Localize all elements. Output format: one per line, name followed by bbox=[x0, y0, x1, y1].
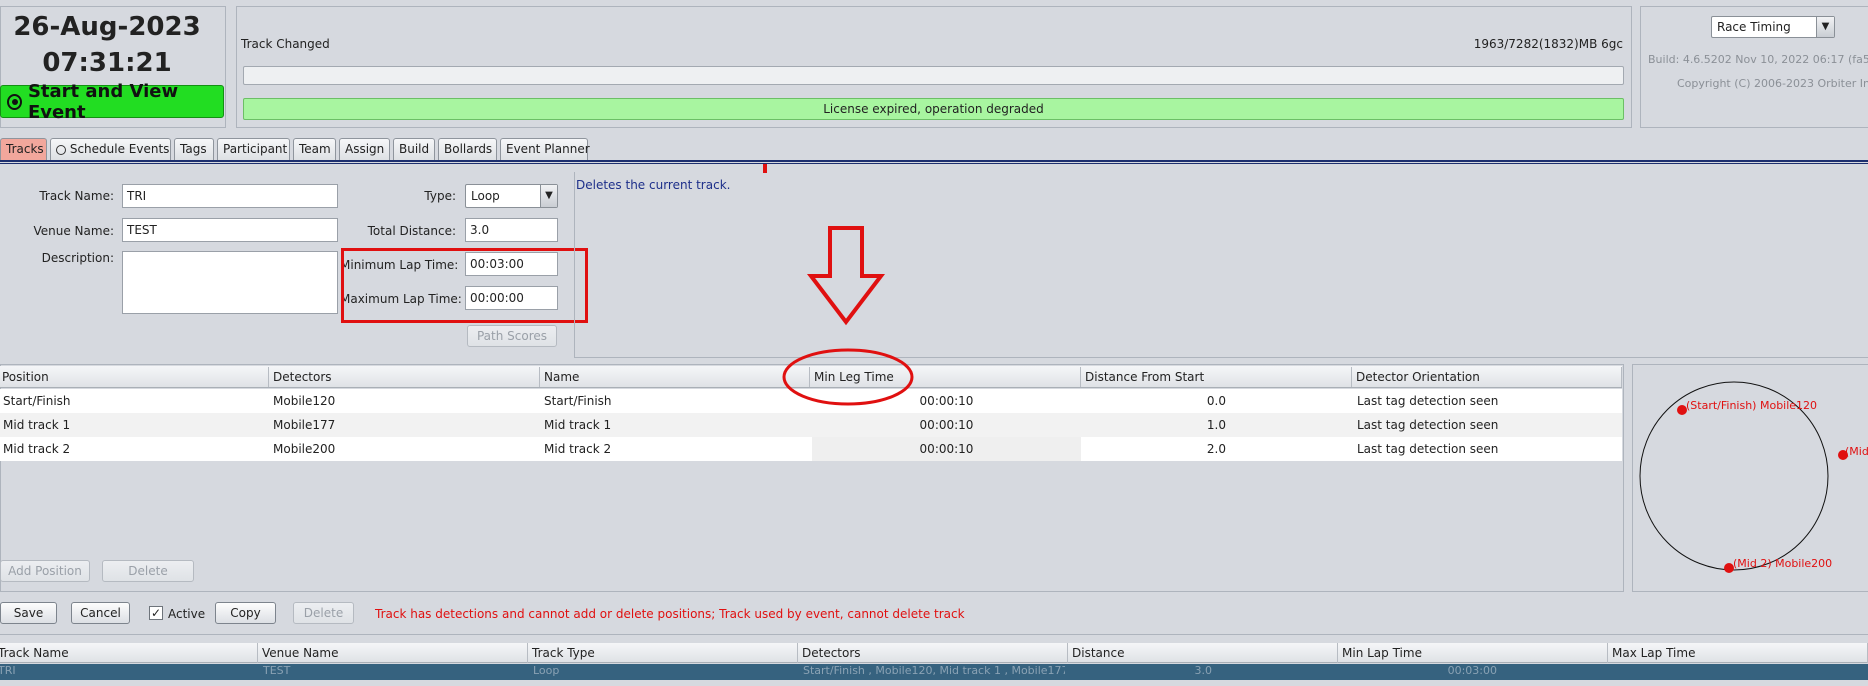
delete-button[interactable]: Delete bbox=[293, 602, 354, 624]
total-distance-field[interactable]: 3.0 bbox=[465, 218, 558, 242]
cell-detectors: Mobile177 bbox=[273, 418, 336, 432]
cell-track-type: Loop bbox=[533, 664, 560, 677]
header-name[interactable]: Name bbox=[542, 367, 810, 387]
cell-name: Mid track 2 bbox=[544, 442, 612, 456]
type-select-value: Loop bbox=[471, 189, 500, 203]
cell-position: Start/Finish bbox=[3, 394, 71, 408]
copyright-info: Copyright (C) 2006-2023 Orbiter Inc bbox=[1677, 77, 1868, 90]
tab-team[interactable]: Team bbox=[293, 138, 336, 160]
header-detector-orientation[interactable]: Detector Orientation bbox=[1354, 367, 1622, 387]
active-label: Active bbox=[168, 607, 206, 621]
help-text: Deletes the current track. bbox=[576, 178, 731, 192]
header-min-lap-time[interactable]: Min Lap Time bbox=[1340, 643, 1608, 663]
start-and-view-event-button[interactable]: Start and View Event bbox=[0, 81, 224, 123]
cell-detectors: Start/Finish , Mobile120, Mid track 1 , … bbox=[803, 664, 1065, 677]
cell-detectors: Mobile120 bbox=[273, 394, 336, 408]
cell-detectors: Mobile200 bbox=[273, 442, 336, 456]
license-status-bar: License expired, operation degraded bbox=[243, 98, 1624, 120]
path-scores-button[interactable]: Path Scores bbox=[467, 325, 557, 347]
diagram-label-mid-1: (Mid bbox=[1845, 445, 1868, 458]
tab-tracks[interactable]: Tracks bbox=[0, 138, 47, 160]
mode-select-value: Race Timing bbox=[1717, 20, 1791, 34]
description-label: Description: bbox=[41, 251, 114, 265]
venue-name-field[interactable]: TEST bbox=[122, 218, 338, 242]
cell-distance: 0.0 bbox=[1206, 394, 1226, 408]
cell-distance: 2.0 bbox=[1206, 442, 1226, 456]
track-name-field[interactable]: TRI bbox=[122, 184, 338, 208]
tab-participant[interactable]: Participant bbox=[217, 138, 290, 160]
aperture-icon bbox=[56, 144, 66, 155]
clock-time: 07:31:21 bbox=[42, 48, 172, 78]
memory-usage: 1963/7282(1832)MB 6gc bbox=[1473, 37, 1623, 51]
license-status-text: License expired, operation degraded bbox=[823, 102, 1044, 116]
diagram-label-mid-2: (Mid 2) Mobile200 bbox=[1733, 557, 1833, 570]
cell-orientation: Last tag detection seen bbox=[1357, 442, 1499, 456]
tab-event-planner[interactable]: Event Planner bbox=[500, 138, 590, 160]
copy-button[interactable]: Copy bbox=[215, 602, 276, 624]
cell-name: Start/Finish bbox=[544, 394, 612, 408]
aperture-icon bbox=[7, 93, 22, 110]
type-label: Type: bbox=[424, 189, 456, 203]
header-detectors[interactable]: Detectors bbox=[271, 367, 540, 387]
cell-name: Mid track 1 bbox=[544, 418, 612, 432]
header-track-name[interactable]: Track Name bbox=[0, 643, 258, 663]
annotation-ellipse bbox=[782, 348, 914, 406]
track-name-label: Track Name: bbox=[39, 189, 114, 203]
cell-orientation: Last tag detection seen bbox=[1357, 394, 1499, 408]
help-panel bbox=[574, 172, 1868, 358]
chevron-down-icon: ▼ bbox=[1816, 17, 1834, 37]
header-distance-from-start[interactable]: Distance From Start bbox=[1083, 367, 1352, 387]
tab-strip-divider bbox=[0, 160, 1868, 164]
tab-tags[interactable]: Tags bbox=[174, 138, 214, 160]
mode-select[interactable]: Race Timing ▼ bbox=[1711, 16, 1835, 38]
header-venue-name[interactable]: Venue Name bbox=[260, 643, 528, 663]
tab-bollards[interactable]: Bollards bbox=[438, 138, 497, 160]
cell-venue-name: TEST bbox=[263, 664, 291, 677]
clock-date: 26-Aug-2023 bbox=[13, 12, 201, 42]
type-select[interactable]: Loop ▼ bbox=[465, 184, 558, 208]
venue-name-label: Venue Name: bbox=[33, 224, 114, 238]
header-max-lap-time[interactable]: Max Lap Time bbox=[1610, 643, 1868, 663]
description-field[interactable] bbox=[122, 251, 338, 314]
total-distance-label: Total Distance: bbox=[367, 224, 456, 238]
cell-min-leg-time: 00:00:10 bbox=[919, 442, 974, 456]
header-position[interactable]: Position bbox=[0, 367, 269, 387]
cell-distance: 1.0 bbox=[1206, 418, 1226, 432]
tab-schedule-events[interactable]: Schedule Events bbox=[50, 138, 171, 160]
diagram-label-start: (Start/Finish) Mobile120 bbox=[1686, 399, 1818, 412]
tab-build[interactable]: Build bbox=[393, 138, 435, 160]
warning-text: Track has detections and cannot add or d… bbox=[375, 607, 965, 621]
save-button[interactable]: Save bbox=[0, 602, 57, 624]
progress-bar bbox=[243, 66, 1624, 85]
delete-position-button[interactable]: Delete bbox=[102, 560, 194, 582]
cancel-button[interactable]: Cancel bbox=[71, 602, 130, 624]
header-detectors[interactable]: Detectors bbox=[800, 643, 1068, 663]
cell-min-lap-time: 00:03:00 bbox=[1447, 664, 1497, 677]
build-info: Build: 4.6.5202 Nov 10, 2022 06:17 (fa51 bbox=[1648, 53, 1868, 66]
start-button-label: Start and View Event bbox=[27, 80, 179, 123]
cell-track-name: TRI bbox=[0, 664, 16, 677]
annotation-box bbox=[341, 248, 588, 323]
cell-min-leg-time: 00:00:10 bbox=[919, 418, 974, 432]
annotation-arrow bbox=[806, 226, 886, 326]
cell-position: Mid track 2 bbox=[3, 442, 71, 456]
cell-position: Mid track 1 bbox=[3, 418, 71, 432]
cell-orientation: Last tag detection seen bbox=[1357, 418, 1499, 432]
status-message: Track Changed bbox=[241, 37, 330, 51]
cell-distance: 3.0 bbox=[1194, 664, 1213, 677]
header-track-type[interactable]: Track Type bbox=[530, 643, 798, 663]
active-checkbox[interactable]: ✓ bbox=[149, 606, 163, 620]
tab-assign[interactable]: Assign bbox=[339, 138, 390, 160]
chevron-down-icon: ▼ bbox=[540, 185, 557, 207]
header-distance[interactable]: Distance bbox=[1070, 643, 1338, 663]
add-position-button[interactable]: Add Position bbox=[0, 560, 90, 582]
